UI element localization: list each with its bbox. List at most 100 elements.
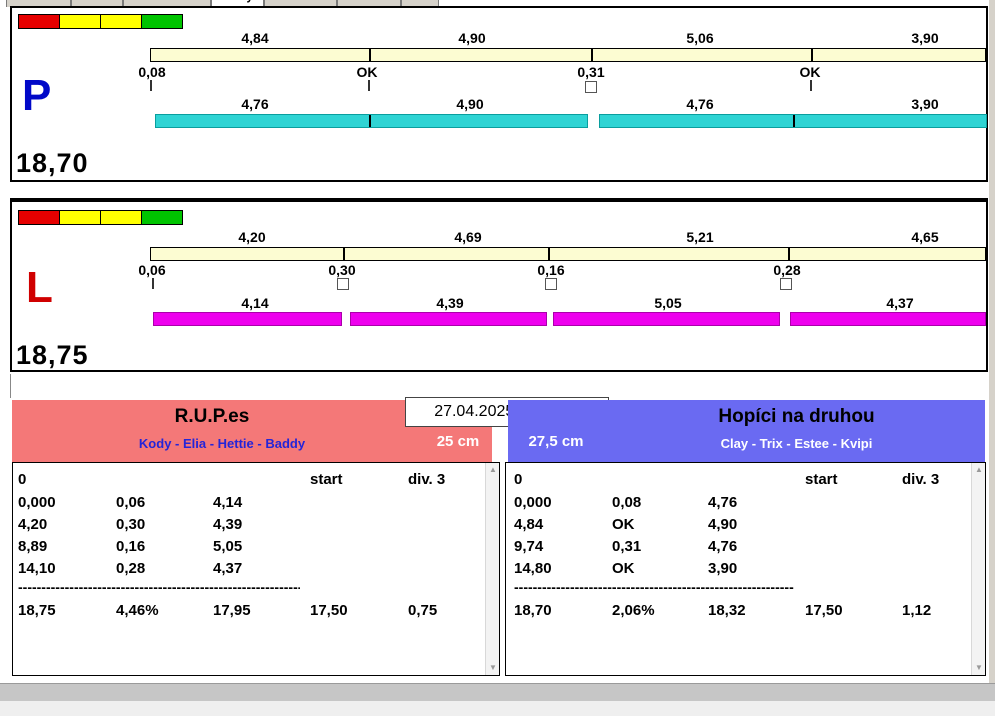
table-cell: 14,10: [18, 560, 56, 577]
table-cell: 4,76: [708, 538, 737, 555]
total-percent: 4,46%: [116, 602, 159, 619]
total-start: 17,50: [805, 602, 843, 619]
column-header-start: start: [805, 471, 838, 488]
run-time-value: 4,76: [210, 96, 300, 112]
green-light: [141, 210, 183, 225]
team-dogs: Clay - Trix - Estee - Kvipi: [608, 436, 985, 451]
lane-panel-l: L 4,20 4,69 5,21 4,65 0,06 0,30 0,16 0,2…: [10, 198, 988, 372]
table-cell: 4,14: [213, 494, 242, 511]
table-cell: 0: [514, 471, 522, 488]
table-cell: 5,05: [213, 538, 242, 555]
lane-label-l: L: [26, 266, 53, 310]
vertical-scrollbar[interactable]: ▲ ▼: [485, 463, 499, 675]
lane-panel-p: P 4,84 4,90 5,06 3,90 0,08 OK 0,31 OK 4,…: [10, 6, 988, 182]
run-bar: [553, 312, 780, 326]
changeover-value: 0,08: [107, 64, 197, 80]
table-cell: 0: [18, 471, 26, 488]
changeover-value: 0,31: [546, 64, 636, 80]
table-cell: 4,90: [708, 516, 737, 533]
sensor-time-value: 4,90: [427, 30, 517, 46]
yellow-light-1: [59, 14, 101, 29]
lane-total-p: 18,70: [16, 148, 89, 179]
scroll-down-icon[interactable]: ▼: [972, 661, 986, 675]
window-gutter: [989, 0, 995, 683]
panel-joint-line: [10, 374, 11, 398]
changeover-tick: [810, 80, 812, 91]
fault-checkbox[interactable]: [780, 278, 792, 290]
team-name: Hopíci na druhou: [608, 406, 985, 428]
total-net: 17,95: [213, 602, 251, 619]
status-lights-l: [18, 210, 182, 225]
sensor-time-value: 3,90: [880, 30, 970, 46]
run-bar: [599, 114, 987, 128]
table-cell: 0,08: [612, 494, 641, 511]
sensor-segment-bar: [150, 48, 986, 62]
status-lights-p: [18, 14, 182, 29]
scroll-up-icon[interactable]: ▲: [972, 463, 986, 477]
jump-height: 27,5 cm: [514, 433, 598, 450]
table-cell: 14,80: [514, 560, 552, 577]
total-net: 18,32: [708, 602, 746, 619]
table-cell: 4,20: [18, 516, 47, 533]
total-percent: 2,06%: [612, 602, 655, 619]
sensor-segment-bar: [150, 247, 986, 261]
table-cell: 0,28: [116, 560, 145, 577]
changeover-value: OK: [765, 64, 855, 80]
table-cell: OK: [612, 516, 635, 533]
yellow-light-1: [59, 210, 101, 225]
run-time-value: 4,76: [655, 96, 745, 112]
segment-divider: [788, 248, 790, 260]
run-bar: [153, 312, 342, 326]
table-cell: 9,74: [514, 538, 543, 555]
table-cell: 0,000: [18, 494, 56, 511]
changeover-tick: [150, 80, 152, 91]
table-cell: 0,31: [612, 538, 641, 555]
result-table-right: 0 start div. 3 0,000 0,08 4,76 4,84 OK 4…: [505, 462, 986, 676]
scroll-up-icon[interactable]: ▲: [486, 463, 500, 477]
table-cell: 0,06: [116, 494, 145, 511]
changeover-value: 0,06: [107, 262, 197, 278]
changeover-value: OK: [322, 64, 412, 80]
sensor-time-value: 5,06: [655, 30, 745, 46]
lane-label-p: P: [22, 74, 51, 118]
yellow-light-2: [100, 210, 142, 225]
run-time-value: 4,39: [405, 295, 495, 311]
sensor-time-value: 4,20: [207, 229, 297, 245]
table-cell: 8,89: [18, 538, 47, 555]
table-cell: 0,000: [514, 494, 552, 511]
segment-divider: [369, 49, 371, 61]
total-start: 17,50: [310, 602, 348, 619]
total-div: 1,12: [902, 602, 931, 619]
table-cell: 4,39: [213, 516, 242, 533]
table-cell: 0,16: [116, 538, 145, 555]
yellow-light-2: [100, 14, 142, 29]
run-bar: [155, 114, 588, 128]
changeover-tick: [152, 278, 154, 289]
team-header-right: Hopíci na druhou Clay - Trix - Estee - K…: [508, 400, 985, 462]
table-cell: 4,76: [708, 494, 737, 511]
table-cell: 4,84: [514, 516, 543, 533]
run-bar: [790, 312, 986, 326]
segment-divider: [548, 248, 550, 260]
table-cell: 3,90: [708, 560, 737, 577]
segment-divider: [811, 49, 813, 61]
red-light: [18, 210, 60, 225]
column-header-start: start: [310, 471, 343, 488]
green-light: [141, 14, 183, 29]
segment-divider: [591, 49, 593, 61]
changeover-value: 0,30: [297, 262, 387, 278]
total-div: 0,75: [408, 602, 437, 619]
scroll-down-icon[interactable]: ▼: [486, 661, 500, 675]
fault-checkbox[interactable]: [545, 278, 557, 290]
fault-checkbox[interactable]: [585, 81, 597, 93]
result-table-left: 0 start div. 3 0,000 0,06 4,14 4,20 0,30…: [12, 462, 500, 676]
total-time: 18,70: [514, 602, 552, 619]
run-time-value: 4,90: [425, 96, 515, 112]
table-cell: 4,37: [213, 560, 242, 577]
fault-checkbox[interactable]: [337, 278, 349, 290]
sensor-time-value: 4,69: [423, 229, 513, 245]
vertical-scrollbar[interactable]: ▲ ▼: [971, 463, 985, 675]
table-cell: 0,30: [116, 516, 145, 533]
team-name: R.U.P.es: [12, 406, 412, 428]
column-header-div: div. 3: [902, 471, 939, 488]
